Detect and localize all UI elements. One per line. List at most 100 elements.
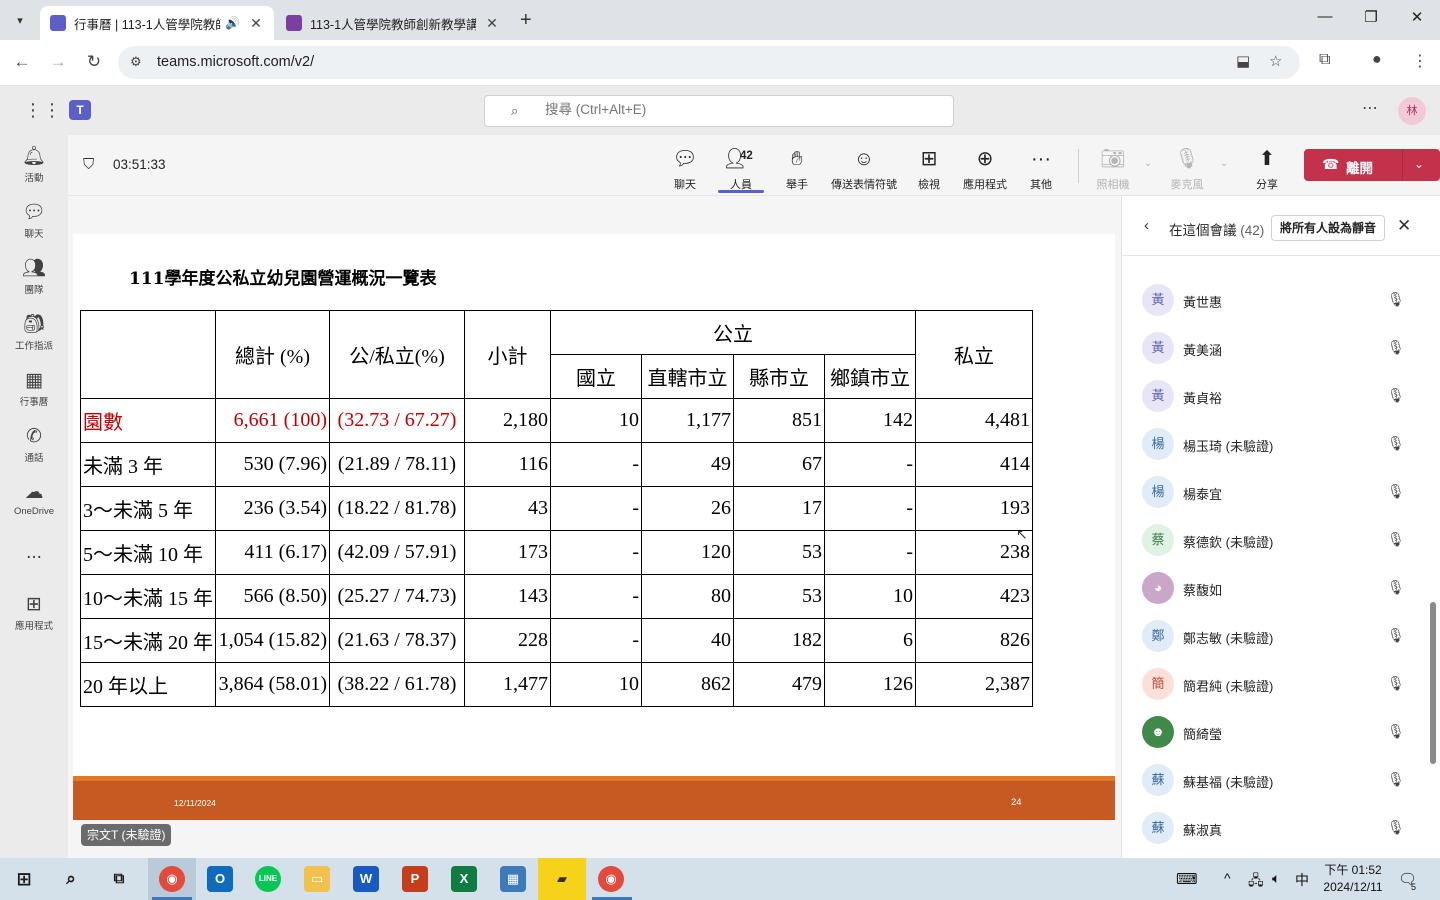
people-button[interactable]: 👤︎ 42 人員: [718, 147, 764, 192]
search-input[interactable]: [545, 102, 925, 117]
header-public: 公立: [550, 310, 916, 355]
speaker-icon[interactable]: 🔊: [225, 16, 240, 30]
reload-icon[interactable]: ↻: [83, 52, 105, 72]
back-icon[interactable]: ←: [11, 52, 33, 72]
back-chevron-icon[interactable]: ‹: [1144, 217, 1149, 234]
ellipsis-icon: ···: [1031, 148, 1051, 170]
rail-item-apps[interactable]: ⊞ 應用程式: [0, 593, 68, 632]
rail-item-activity[interactable]: 🔔︎ 活動: [0, 145, 68, 184]
outlook-icon[interactable]: O: [207, 866, 233, 892]
mute-all-button[interactable]: 將所有人設為靜音: [1271, 215, 1386, 241]
task-view-icon[interactable]: ⧉: [106, 866, 132, 892]
teams-favicon-icon: [50, 15, 66, 31]
mic-off-icon: 🎙︎: [1387, 387, 1405, 403]
install-app-icon[interactable]: ⬓: [1236, 52, 1250, 70]
header-pub-priv: 公/私立(%): [329, 310, 465, 399]
keyboard-icon[interactable]: ⌨: [1176, 870, 1198, 888]
table-row: 15～未滿 20 年 1,054 (15.82) (21.63 / 78.37)…: [80, 618, 1033, 663]
meeting-timer: 03:51:33: [113, 157, 166, 172]
avatar[interactable]: 林: [1398, 97, 1426, 125]
camera-options-chevron-icon[interactable]: ⌄: [1144, 158, 1152, 169]
header-blank: [80, 310, 216, 399]
meeting-toolbar: ⛉ 03:51:33 💬︎ 聊天 👤︎ 42 人員 ✋︎ 舉手 ☺ 傳送表情符號…: [68, 135, 1440, 196]
list-item[interactable]: ☻ 簡綺瑩 🎙︎: [1122, 708, 1440, 756]
restore-icon[interactable]: ❐: [1356, 8, 1386, 26]
ime-indicator[interactable]: 中: [1295, 870, 1309, 890]
network-icon[interactable]: 🖧︎: [1248, 870, 1264, 894]
mic-off-icon: 🎙︎: [1387, 723, 1405, 739]
rail-item-assignments[interactable]: 🎒︎ 工作指派: [0, 313, 68, 352]
more-options-icon[interactable]: ⋯: [1362, 98, 1378, 118]
chat-button[interactable]: 💬︎ 聊天: [668, 147, 702, 192]
view-button[interactable]: ⊞ 檢視: [912, 147, 946, 192]
extensions-icon[interactable]: ⧉: [1319, 51, 1330, 69]
calculator-icon[interactable]: ▦: [500, 866, 526, 892]
list-item[interactable]: 簡 簡君純 (未驗證) 🎙︎: [1122, 660, 1440, 708]
clock[interactable]: 下午 01:52 2024/12/11: [1316, 862, 1390, 896]
apps-button[interactable]: ⊕ 應用程式: [958, 147, 1012, 192]
search-icon: ⌕: [511, 103, 519, 118]
volume-icon[interactable]: 🔈︎: [1272, 870, 1280, 887]
list-item[interactable]: 蘇 蘇淑真 🎙︎: [1122, 804, 1440, 852]
list-item[interactable]: 黃 黃貞裕 🎙︎: [1122, 372, 1440, 420]
rail-item-more[interactable]: ...: [0, 541, 68, 565]
slide-footer: 12/11/2024 24: [73, 776, 1115, 820]
avatar: 鄭: [1142, 620, 1174, 652]
camera-button[interactable]: 📷︎ 照相機: [1094, 147, 1132, 192]
browser-tab-forms[interactable]: 113-1人管學院教師創新教學講 ✕: [276, 6, 510, 40]
list-item[interactable]: 黃 黃美涵 🎙︎: [1122, 324, 1440, 372]
forward-icon[interactable]: →: [47, 52, 69, 72]
mic-button[interactable]: 🎙︎ 麥克風: [1168, 147, 1206, 192]
list-item[interactable]: 黃 黃世惠 🎙︎: [1122, 276, 1440, 324]
rail-item-calendar[interactable]: ▦ 行事曆: [0, 369, 68, 408]
mic-options-chevron-icon[interactable]: ⌄: [1220, 158, 1228, 169]
hand-icon: ✋︎: [791, 148, 803, 170]
new-tab-icon[interactable]: +: [520, 9, 532, 32]
show-hidden-icons-chevron-icon[interactable]: ^: [1224, 870, 1231, 886]
search-box[interactable]: ⌕: [484, 95, 954, 127]
leave-button[interactable]: ☎ 離開 ⌄: [1304, 149, 1440, 181]
line-icon[interactable]: LINE: [255, 866, 281, 892]
search-icon[interactable]: ⌕: [58, 866, 84, 892]
rail-item-onedrive[interactable]: ☁ OneDrive: [0, 481, 68, 517]
browser-tab-calendar[interactable]: 行事曆 | 113-1人管學院教師 🔊 ✕: [40, 6, 274, 40]
windows-start-icon[interactable]: ⊞: [11, 866, 37, 892]
list-item[interactable]: 鄭 鄭志敏 (未驗證) 🎙︎: [1122, 612, 1440, 660]
tab-search-chevron-icon[interactable]: ▾: [8, 8, 32, 32]
rail-item-teams[interactable]: 👥︎ 團隊: [0, 257, 68, 296]
powerpoint-icon[interactable]: P: [402, 866, 428, 892]
site-info-icon[interactable]: ⚙: [130, 54, 142, 70]
browser-menu-icon[interactable]: ⋮: [1412, 51, 1428, 71]
leave-options-chevron-icon[interactable]: ⌄: [1414, 157, 1424, 171]
close-icon[interactable]: ✕: [1397, 216, 1411, 236]
more-button[interactable]: ··· 其他: [1024, 147, 1058, 192]
bookmark-star-icon[interactable]: ☆: [1269, 52, 1282, 70]
close-tab-icon[interactable]: ✕: [248, 15, 264, 32]
list-item[interactable]: 蘇 蘇基福 (未驗證) 🎙︎: [1122, 756, 1440, 804]
chrome-icon[interactable]: ◉: [159, 866, 185, 892]
share-button[interactable]: ⬆ 分享: [1250, 147, 1284, 192]
rail-item-chat[interactable]: 💬︎ 聊天: [0, 201, 68, 240]
minimize-icon[interactable]: —: [1310, 8, 1340, 25]
chrome-icon[interactable]: ◉: [598, 866, 624, 892]
list-item[interactable]: 蔡 蔡德欽 (未驗證) 🎙︎: [1122, 516, 1440, 564]
rail-item-calls[interactable]: ✆ 通話: [0, 425, 68, 464]
excel-icon[interactable]: X: [451, 866, 477, 892]
url-text[interactable]: teams.microsoft.com/v2/: [157, 54, 314, 70]
add-app-icon: ⊕: [976, 148, 994, 170]
file-explorer-icon[interactable]: ▭: [304, 866, 330, 892]
address-bar[interactable]: ⚙ teams.microsoft.com/v2/ ⬓ ☆: [118, 46, 1300, 79]
raise-hand-button[interactable]: ✋︎ 舉手: [780, 147, 814, 192]
sticky-notes-icon[interactable]: ▰: [538, 858, 586, 900]
reactions-button[interactable]: ☺ 傳送表情符號: [828, 147, 900, 192]
bell-icon: 🔔︎: [21, 146, 47, 167]
word-icon[interactable]: W: [353, 866, 379, 892]
list-item[interactable]: 楊 楊玉琦 (未驗證) 🎙︎: [1122, 420, 1440, 468]
teams-icon: 👥︎: [21, 258, 47, 279]
close-window-icon[interactable]: ✕: [1402, 8, 1432, 26]
close-tab-icon[interactable]: ✕: [484, 15, 500, 32]
list-item[interactable]: ◕ 蔡馥如 🎙︎: [1122, 564, 1440, 612]
list-item[interactable]: 楊 楊泰宜 🎙︎: [1122, 468, 1440, 516]
panel-scrollbar[interactable]: [1430, 602, 1436, 764]
profile-icon[interactable]: ●: [1372, 51, 1382, 69]
